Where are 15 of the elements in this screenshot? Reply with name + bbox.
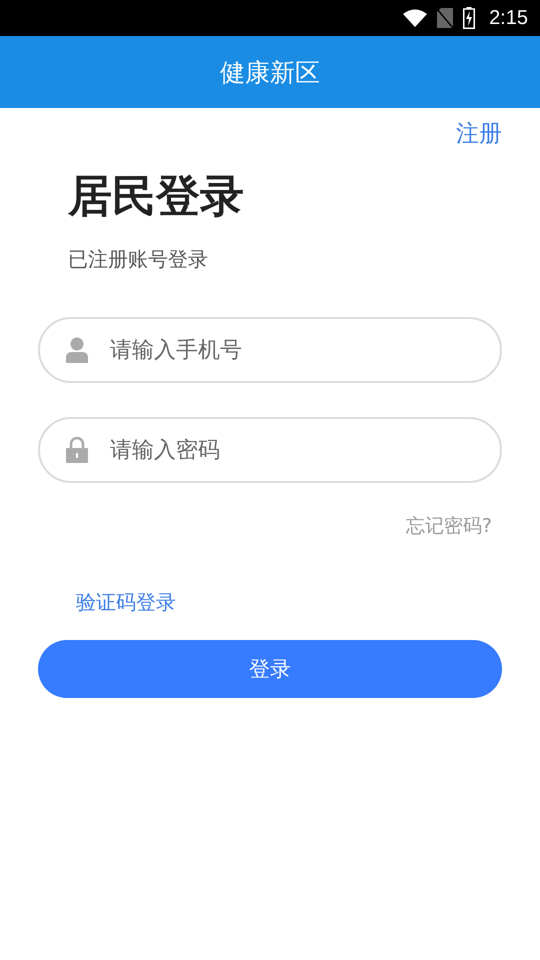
input-field[interactable]: 请输入密码 — [38, 417, 502, 483]
page-subheading: 已注册账号登录 — [68, 246, 209, 273]
forgot-password-link[interactable]: 忘记密码? — [406, 513, 492, 539]
status-time: 2:15 — [489, 6, 528, 30]
wifi-icon — [403, 9, 428, 27]
header-title: 健康新区 — [220, 56, 320, 88]
no-sim-icon — [437, 8, 454, 28]
login-button[interactable]: 登录 — [38, 640, 502, 698]
lock-icon — [66, 437, 88, 463]
input-field[interactable]: 请输入手机号 — [38, 317, 502, 383]
register-link[interactable]: 注册 — [456, 118, 502, 149]
sms-login-link[interactable]: 验证码登录 — [76, 589, 176, 616]
page-heading: 居民登录 — [68, 170, 245, 224]
battery-charging-icon — [463, 7, 476, 29]
person-icon — [66, 337, 88, 363]
